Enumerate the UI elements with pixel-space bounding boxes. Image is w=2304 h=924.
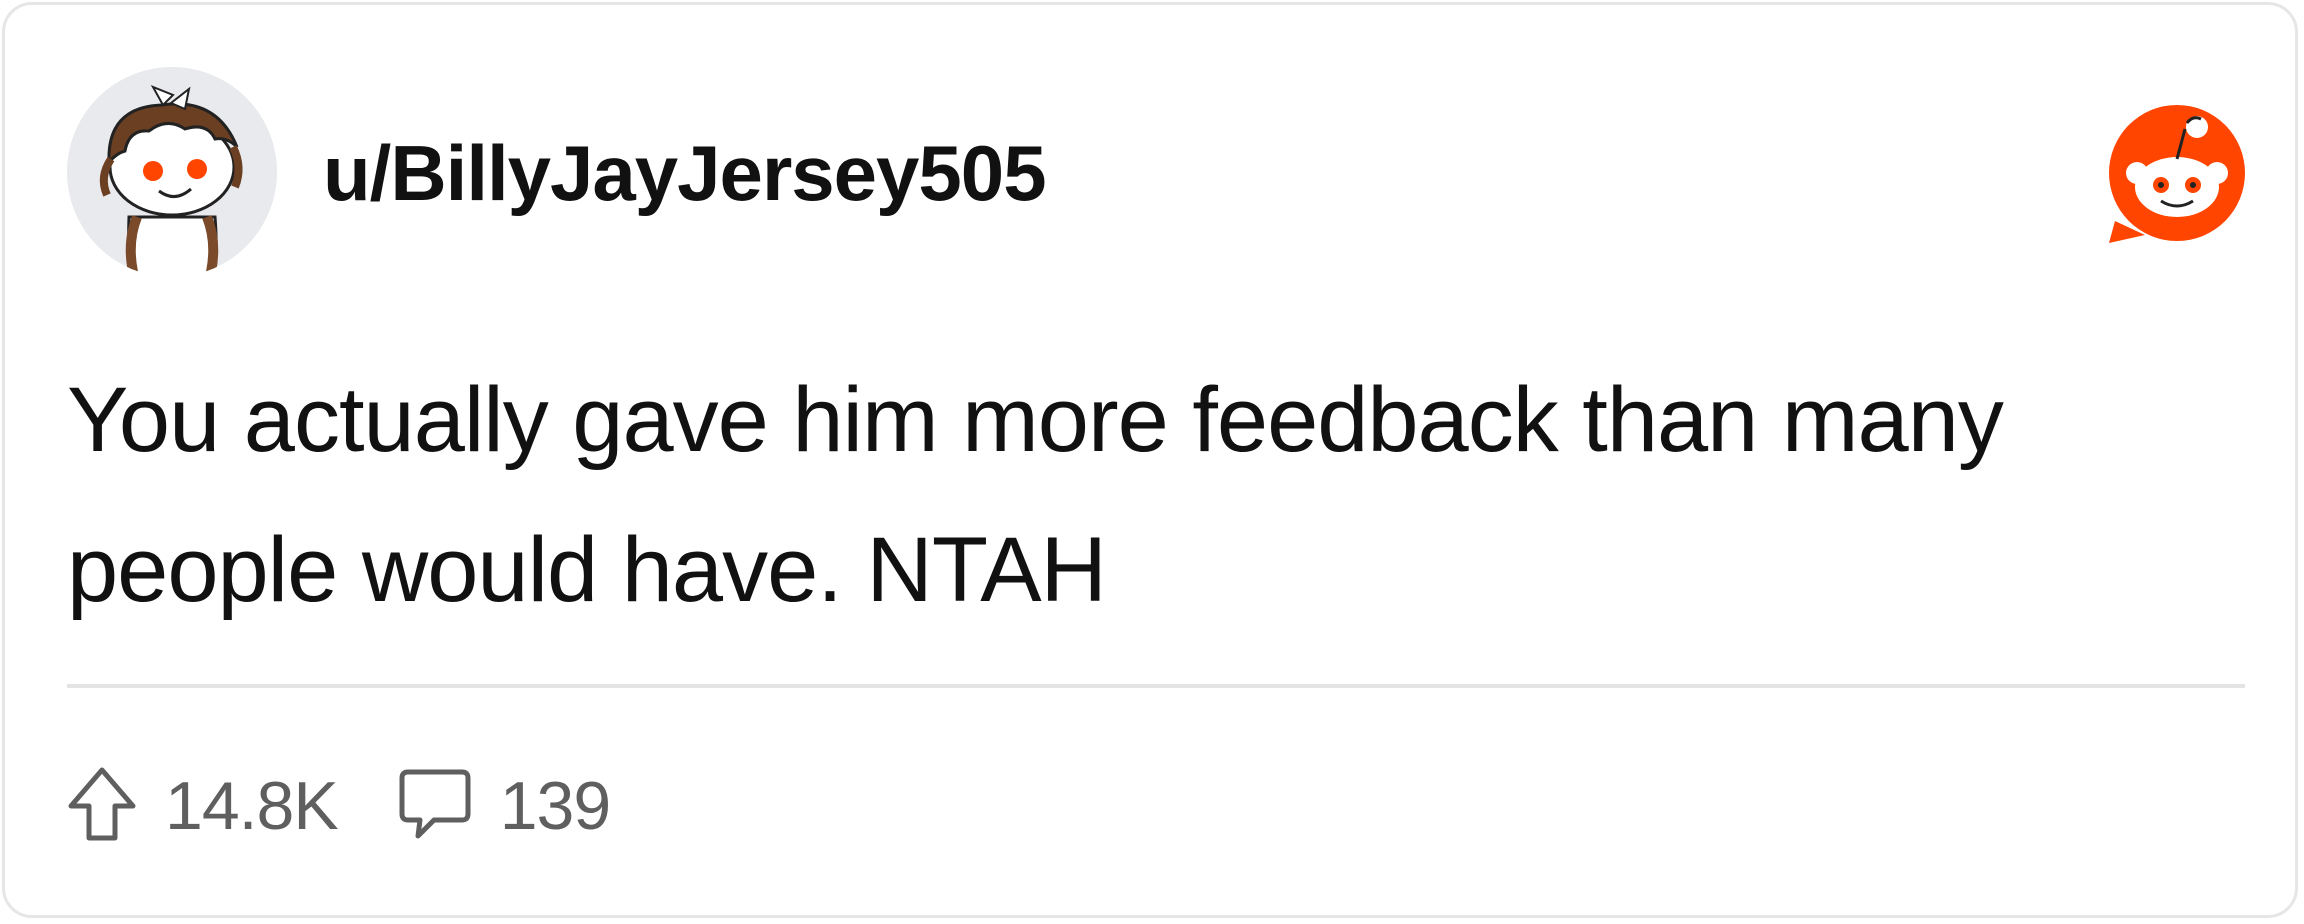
upvote-count: 14.8K bbox=[165, 768, 339, 844]
comment-count: 139 bbox=[499, 768, 611, 844]
comment-body: You actually gave him more feedback than… bbox=[67, 345, 2167, 645]
avatar[interactable] bbox=[67, 67, 277, 277]
divider bbox=[67, 684, 2245, 688]
comment-card: u/BillyJayJersey505 You actually gave hi… bbox=[2, 2, 2298, 918]
comments-button[interactable]: 139 bbox=[398, 761, 611, 851]
action-bar: 14.8K 139 bbox=[67, 761, 611, 851]
upvote-arrow-icon bbox=[67, 766, 137, 847]
comment-body-line: You actually gave him more feedback than… bbox=[67, 369, 2004, 471]
reddit-logo-icon[interactable] bbox=[2101, 101, 2251, 251]
snoo-avatar-icon bbox=[99, 85, 243, 277]
upvote-button[interactable]: 14.8K bbox=[67, 761, 339, 851]
comment-bubble-icon bbox=[398, 766, 472, 847]
comment-body-line: people would have. NTAH bbox=[67, 519, 1107, 621]
username[interactable]: u/BillyJayJersey505 bbox=[323, 123, 1047, 223]
